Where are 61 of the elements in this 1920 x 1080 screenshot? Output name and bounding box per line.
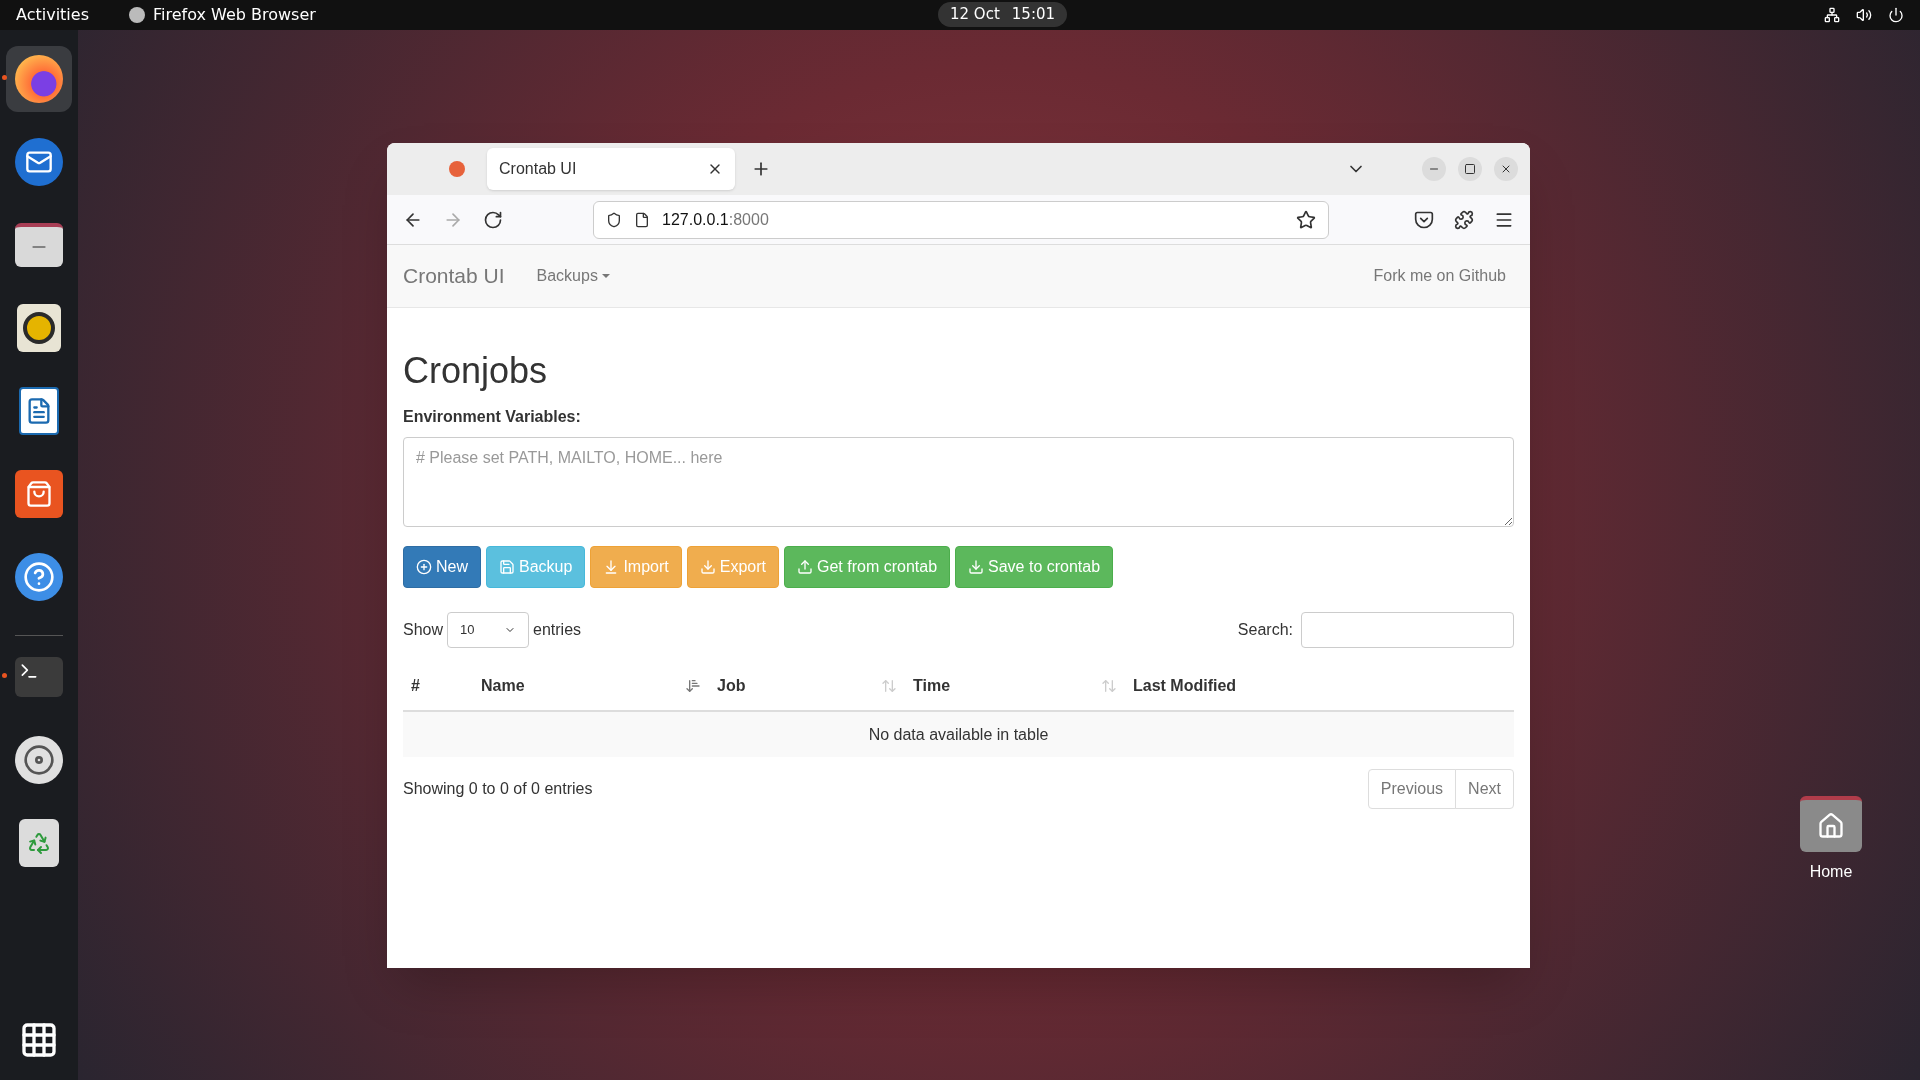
url-bar[interactable]: 127.0.0.1:8000 <box>593 200 1329 239</box>
tab-title: Crontab UI <box>499 159 577 179</box>
recycle-bin-icon <box>19 819 59 867</box>
sort-ascending-icon[interactable] <box>685 678 701 694</box>
show-label: Show <box>403 620 444 640</box>
column-header[interactable]: Name <box>481 674 525 698</box>
brand-link[interactable]: Crontab UI <box>403 260 505 292</box>
page-icon <box>634 211 650 228</box>
column-header[interactable]: # <box>411 674 420 698</box>
app-menu[interactable]: Firefox Web Browser <box>129 3 316 27</box>
env-label: Environment Variables: <box>403 407 582 427</box>
activities-button[interactable]: Activities <box>16 3 89 27</box>
column-header[interactable]: Time <box>913 674 951 698</box>
shield-icon[interactable] <box>606 211 622 228</box>
entries-label: entries <box>533 620 582 640</box>
github-link[interactable]: Fork me on Github <box>1373 264 1506 288</box>
volume-icon[interactable] <box>1856 7 1872 23</box>
action-button[interactable]: New <box>403 546 481 588</box>
backups-menu[interactable]: Backups <box>536 264 610 288</box>
speaker-icon <box>17 304 61 352</box>
plus-icon <box>416 559 432 575</box>
document-icon <box>19 387 59 435</box>
folder-icon <box>15 223 63 267</box>
url-text: 127.0.0.1:8000 <box>662 209 769 230</box>
caret-icon <box>601 274 610 278</box>
app-grid-icon[interactable] <box>19 1020 59 1060</box>
empty-message: No data available in table <box>868 724 1049 745</box>
dock-item[interactable] <box>6 46 72 112</box>
column-header[interactable]: Job <box>717 674 746 698</box>
search-field[interactable] <box>1301 612 1514 648</box>
download-icon <box>968 559 985 575</box>
close-icon <box>1500 163 1512 175</box>
clock[interactable]: 12 Oct 15:01 <box>938 2 1068 27</box>
close-button[interactable] <box>1494 157 1518 181</box>
power-icon[interactable] <box>1888 7 1904 23</box>
network-icon[interactable] <box>1824 7 1840 23</box>
search-label: Search: <box>1237 620 1293 640</box>
help-icon <box>15 553 63 601</box>
upload-icon <box>797 559 813 575</box>
home-folder-icon[interactable] <box>1800 796 1862 852</box>
reload-icon[interactable] <box>483 209 503 230</box>
extensions-icon[interactable] <box>1454 209 1474 230</box>
desktop-icon-label[interactable]: Home <box>1809 860 1853 884</box>
terminal-icon <box>15 657 63 697</box>
page-size-select[interactable]: 10 <box>447 612 530 648</box>
maximize-icon <box>1464 163 1476 175</box>
page-heading: Cronjobs <box>403 349 549 393</box>
pocket-icon[interactable] <box>1414 209 1434 230</box>
column-header[interactable]: Last Modified <box>1133 674 1237 698</box>
minimize-button[interactable] <box>1422 157 1446 181</box>
time-text: 15:01 <box>1011 4 1056 26</box>
browser-tab[interactable]: Crontab UI <box>487 148 735 190</box>
browser-icon <box>15 55 63 103</box>
maximize-button[interactable] <box>1458 157 1482 181</box>
save-icon <box>499 559 515 575</box>
bookmark-star-icon[interactable] <box>1296 209 1316 230</box>
date-text: 12 Oct <box>950 4 1000 26</box>
shopping-bag-icon <box>15 470 63 518</box>
download-icon <box>699 559 716 575</box>
env-textarea[interactable]: # Please set PATH, MAILTO, HOME... here <box>403 437 1514 527</box>
table-info: Showing 0 to 0 of 0 entries <box>403 779 593 799</box>
